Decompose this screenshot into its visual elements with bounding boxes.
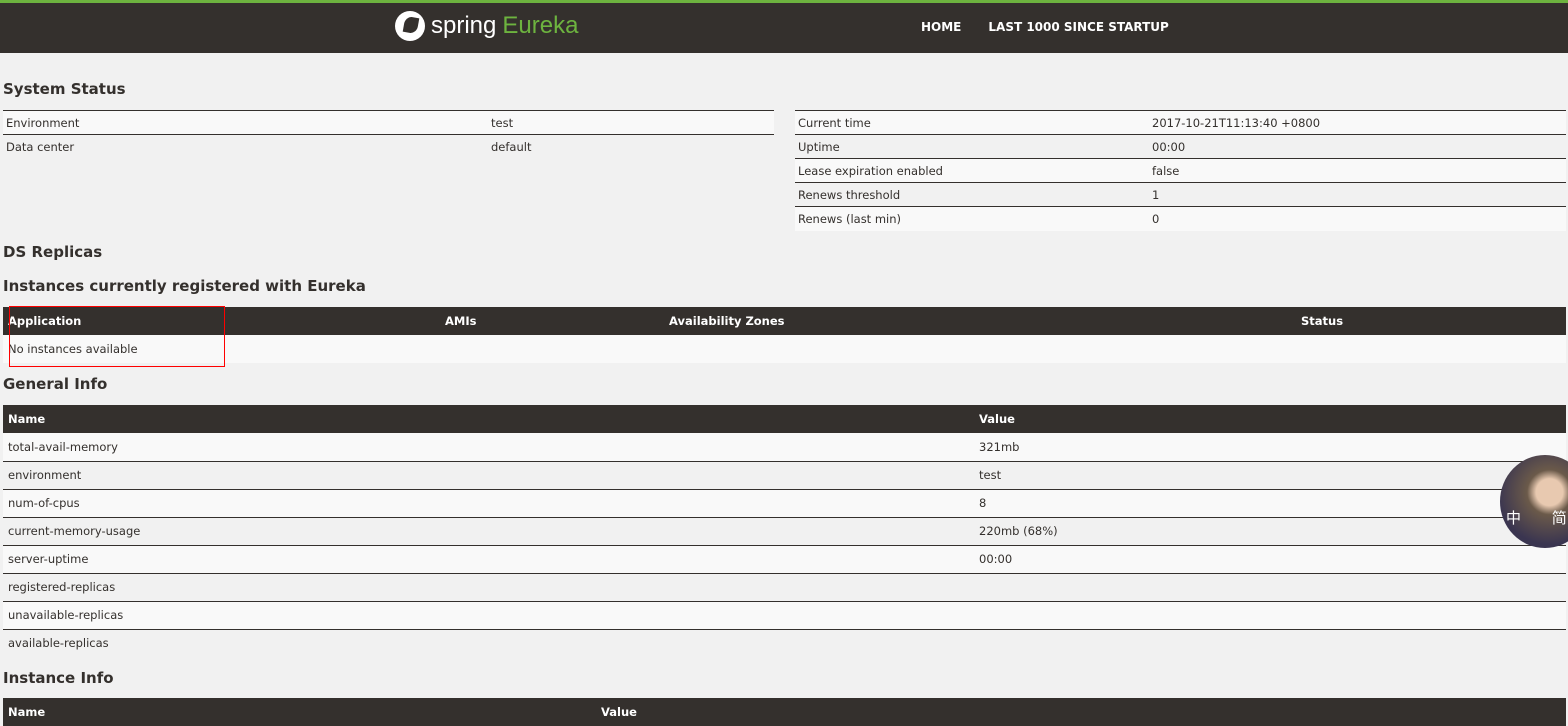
- table-row: available-replicas: [3, 629, 1566, 657]
- label: Uptime: [798, 139, 840, 154]
- label: Lease expiration enabled: [798, 163, 943, 178]
- value: 220mb (68%): [979, 524, 1058, 538]
- value: 00:00: [1152, 139, 1186, 154]
- nav-home-link[interactable]: HOME: [921, 20, 961, 34]
- col-amis[interactable]: AMIs: [440, 307, 664, 335]
- name: num-of-cpus: [8, 496, 80, 510]
- brand-eureka: Eureka: [502, 12, 579, 39]
- table-row: Renews (last min) 0: [795, 206, 1566, 231]
- value: 321mb: [979, 439, 1020, 454]
- system-status-right-table: Current time 2017-10-21T11:13:40 +0800 Up…: [795, 110, 1566, 231]
- table-row: Uptime 00:00: [795, 134, 1566, 159]
- value: 2017-10-21T11:13:40 +0800: [1152, 115, 1321, 130]
- instances-table: Application AMIs Availability Zones Stat…: [3, 307, 1566, 363]
- name: total-avail-memory: [8, 439, 118, 454]
- table-row: Renews threshold 1: [795, 182, 1566, 207]
- col-value: Value: [974, 405, 1566, 433]
- no-instances-message: No instances available: [8, 342, 138, 356]
- name: available-replicas: [8, 636, 109, 651]
- value: test: [979, 468, 1002, 482]
- label: Renews threshold: [798, 187, 901, 202]
- name: registered-replicas: [8, 580, 116, 594]
- name: current-memory-usage: [8, 524, 141, 538]
- table-row: total-avail-memory 321mb: [3, 433, 1566, 461]
- ds-replicas-title: DS Replicas: [3, 243, 103, 261]
- table-row: Current time 2017-10-21T11:13:40 +0800: [795, 110, 1566, 135]
- general-info-title: General Info: [3, 375, 108, 393]
- spring-leaf-icon: [395, 11, 425, 41]
- value: default: [491, 139, 532, 154]
- col-availability-zones[interactable]: Availability Zones: [664, 307, 1296, 335]
- table-row: Lease expiration enabled false: [795, 158, 1566, 183]
- value: 00:00: [979, 552, 1013, 566]
- value: [974, 629, 1566, 657]
- value: test: [491, 115, 514, 130]
- table-row: server-uptime 00:00: [3, 545, 1566, 573]
- label: Environment: [6, 115, 80, 130]
- value: 8: [979, 496, 987, 510]
- table-row: unavailable-replicas: [3, 601, 1566, 629]
- general-info-table: Name Value total-avail-memory 321mb enviro…: [3, 405, 1566, 657]
- system-status-left-table: Environment test Data center default: [3, 110, 774, 159]
- nav-last-1000-link[interactable]: LAST 1000 SINCE STARTUP: [988, 20, 1168, 34]
- spring-eureka-logo[interactable]: spring Eureka: [395, 11, 578, 41]
- instance-info-title: Instance Info: [3, 669, 114, 687]
- value: 1: [1152, 187, 1160, 202]
- col-name: Name: [3, 405, 974, 433]
- navbar: spring Eureka HOME LAST 1000 SINCE START…: [0, 0, 1568, 53]
- table-row: current-memory-usage 220mb (68%): [3, 517, 1566, 545]
- table-row: registered-replicas: [3, 573, 1566, 601]
- label: Current time: [798, 115, 871, 130]
- instance-info-table: Name Value: [3, 698, 1566, 726]
- highlight-box: [9, 306, 225, 367]
- col-value: Value: [596, 698, 1566, 726]
- col-name: Name: [3, 698, 596, 726]
- brand-spring: spring: [431, 12, 497, 39]
- col-status[interactable]: Status: [1296, 307, 1566, 335]
- name: environment: [8, 468, 82, 482]
- system-status-title: System Status: [3, 80, 126, 98]
- table-row: Environment test: [3, 110, 774, 135]
- name: server-uptime: [8, 552, 89, 566]
- table-row: num-of-cpus 8: [3, 489, 1566, 517]
- value: [974, 573, 1566, 601]
- label: Data center: [6, 139, 75, 154]
- instances-title: Instances currently registered with Eure…: [3, 277, 366, 295]
- table-row: Data center default: [3, 134, 774, 159]
- value: [974, 601, 1566, 629]
- label: Renews (last min): [798, 211, 902, 226]
- ime-simplified-mode[interactable]: 简: [1552, 509, 1567, 527]
- value: 0: [1152, 211, 1160, 226]
- ime-chinese-mode[interactable]: 中: [1506, 509, 1521, 527]
- name: unavailable-replicas: [8, 608, 124, 622]
- table-row: environment test: [3, 461, 1566, 489]
- value: false: [1152, 163, 1180, 178]
